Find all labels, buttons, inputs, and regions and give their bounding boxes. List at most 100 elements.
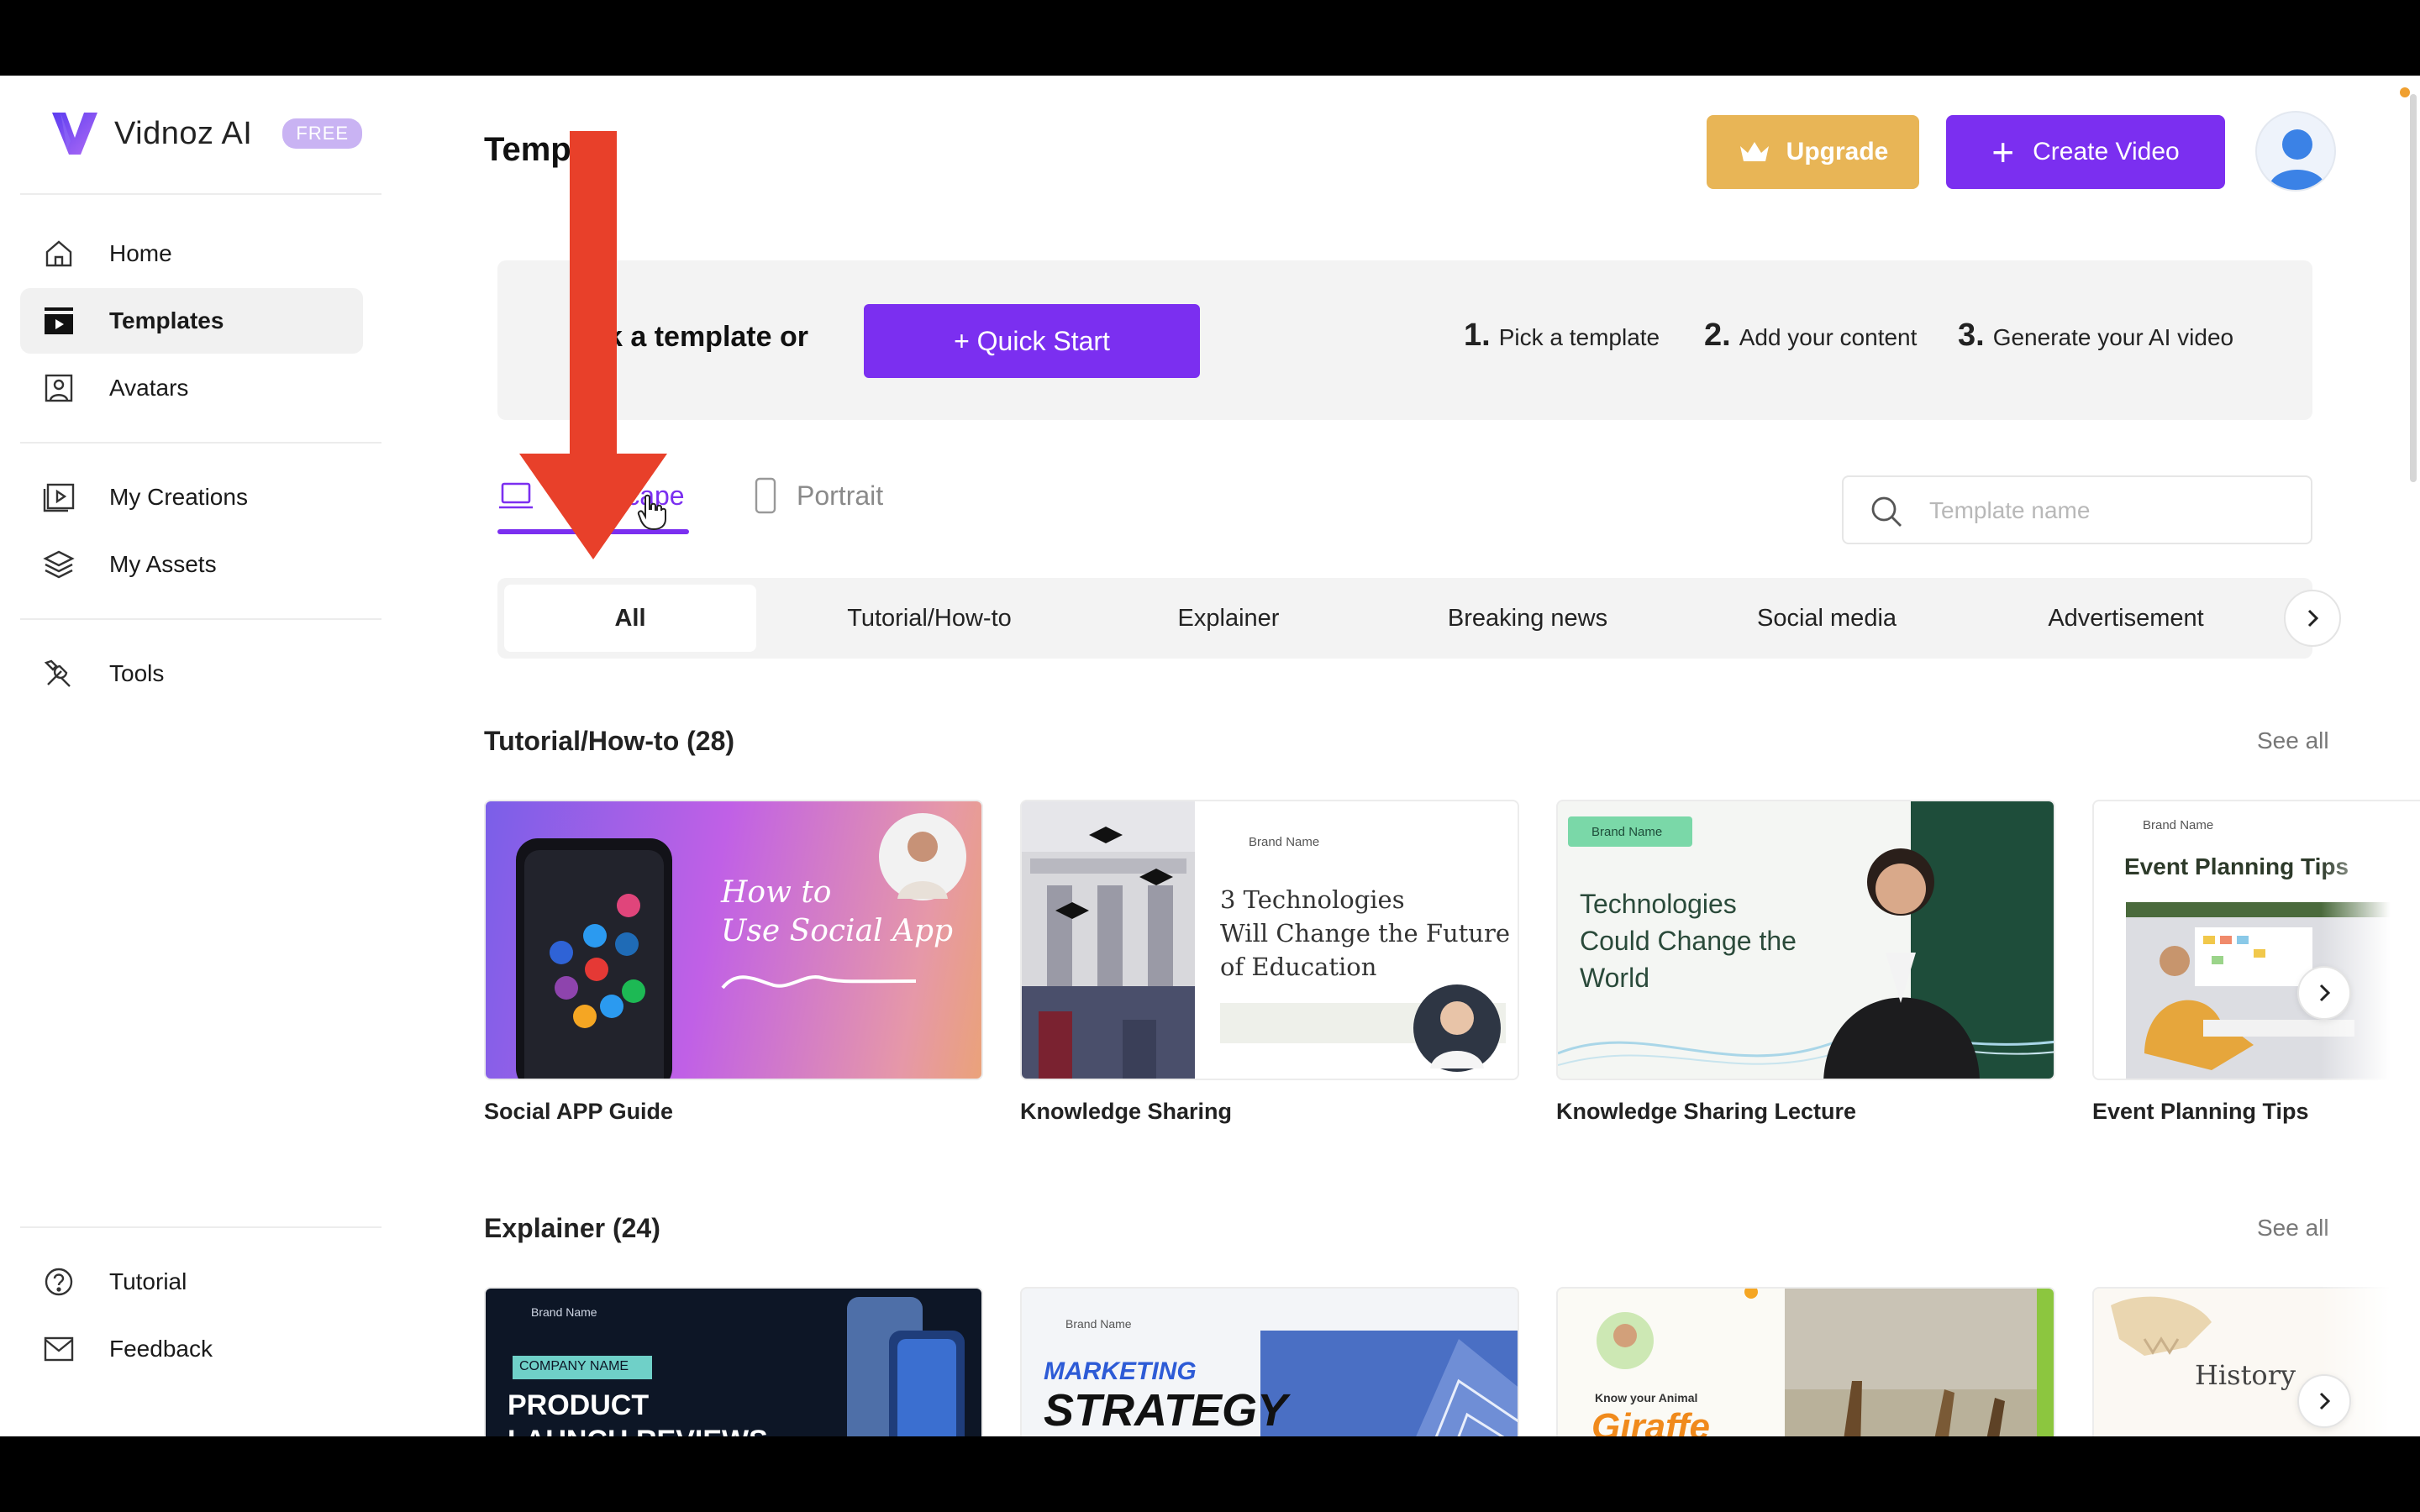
sidebar-item-tutorial[interactable]: Tutorial [20,1249,363,1315]
tab-label: Portrait [797,480,884,511]
user-avatar[interactable] [2255,111,2336,192]
scrollbar-thumb[interactable] [2410,94,2417,482]
logo[interactable]: Vidnoz AI FREE [49,108,363,160]
search-input[interactable] [1929,489,2282,533]
laptop-icon [499,482,533,509]
thumbnail-text: of Education [1220,953,1377,981]
section-title-explainer: Explainer (24) [484,1213,660,1243]
plus-icon: + [1991,130,2015,174]
sidebar-divider [20,442,381,444]
card-title[interactable]: Social APP Guide [484,1099,673,1125]
card-title[interactable]: Event Planning Tips [2092,1099,2309,1125]
thumbnail-text: MARKETING [1044,1357,1197,1385]
thumbnail-text: 3 Technologies [1220,885,1405,914]
thumbnail-text: Event Planning Tips [2124,853,2349,879]
help-icon [42,1265,76,1299]
template-card[interactable]: Brand Name 3 Technologies Will Change th… [1020,800,1519,1080]
letterbox-bottom [0,1436,2420,1512]
sidebar-item-label: Feedback [109,1336,213,1362]
mail-icon [42,1332,76,1366]
tools-icon [42,657,76,690]
template-card[interactable]: How to Use Social App [484,800,983,1080]
sidebar-divider [20,1226,381,1228]
category-explainer[interactable]: Explainer [1102,585,1355,652]
step-number: 1. [1464,318,1491,353]
quick-start-button[interactable]: + Quick Start [864,304,1200,378]
card-title[interactable]: Knowledge Sharing [1020,1099,1232,1125]
template-card[interactable]: Brand Name Technologies Could Change the… [1556,800,2055,1080]
thumbnail-text: Will Change the Future [1220,919,1510,948]
vidnoz-logo-icon [52,113,97,155]
category-advertisement[interactable]: Advertisement [2000,585,2252,652]
category-breaking-news[interactable]: Breaking news [1402,585,1654,652]
step-2: 2. Add your content [1704,318,1917,354]
sidebar-item-label: Tools [109,660,165,686]
step-label: Generate your AI video [1992,324,2234,350]
thumbnail-text: History [2195,1359,2296,1391]
thumbnail-text: Could Change the [1580,926,1797,956]
search-icon [1871,496,1902,527]
user-icon [2269,129,2326,190]
category-all[interactable]: All [504,585,756,652]
app-name: Vidnoz AI [114,115,253,151]
see-all-tutorial[interactable]: See all [2257,727,2329,754]
sidebar-item-my-assets[interactable]: My Assets [20,532,363,597]
explainer-row-next-button[interactable] [2297,1374,2351,1428]
sidebar-item-feedback[interactable]: Feedback [20,1316,363,1382]
thumbnail-text: How to [721,875,832,910]
sidebar-divider [20,193,381,195]
templates-icon [42,304,76,338]
create-video-button[interactable]: + Create Video [1946,115,2225,189]
sidebar-item-label: Tutorial [109,1268,187,1294]
sidebar-item-label: Home [109,240,172,266]
category-next-button[interactable] [2284,590,2341,647]
upgrade-button[interactable]: Upgrade [1707,115,1919,189]
thumbnail-text: COMPANY NAME [519,1359,629,1373]
category-tutorial[interactable]: Tutorial/How-to [803,585,1055,652]
sidebar-divider [20,618,381,620]
sidebar-item-my-creations[interactable]: My Creations [20,465,363,530]
sidebar-item-avatars[interactable]: Avatars [20,355,363,421]
card-title[interactable]: Knowledge Sharing Lecture [1556,1099,1856,1125]
carousel-edge-fade [2321,815,2420,1436]
sidebar-item-templates[interactable]: Templates [20,288,363,354]
plan-badge: FREE [282,118,363,149]
banner-text: k a template or [607,321,808,353]
sidebar-item-label: Avatars [109,375,189,401]
page-title: Temp s [484,131,618,168]
hand-cursor-icon [637,494,666,531]
letterbox-top [0,0,2420,76]
play-icon [42,480,76,514]
sidebar-item-tools[interactable]: Tools [20,641,363,706]
thumbnail-brand: Brand Name [1065,1317,1132,1331]
category-bar: All Tutorial/How-to Explainer Breaking n… [497,578,2312,659]
notification-dot [2400,87,2410,97]
template-card[interactable]: Brand Name MARKETING STRATEGY [1020,1287,1519,1436]
home-icon [42,237,76,270]
see-all-explainer[interactable]: See all [2257,1215,2329,1242]
thumbnail-text: STRATEGY [1044,1385,1288,1436]
sidebar-item-label: My Assets [109,551,217,577]
step-label: Pick a template [1498,324,1660,350]
thumbnail-brand: Brand Name [531,1305,597,1319]
thumbnail-brand: Brand Name [2143,818,2214,832]
thumbnail-brand: Brand Name [1249,835,1320,849]
step-label: Add your content [1739,324,1918,350]
tab-portrait[interactable]: Portrait [753,470,883,521]
section-title-tutorial: Tutorial/How-to (28) [484,726,735,756]
category-social-media[interactable]: Social media [1701,585,1953,652]
template-card[interactable]: Know your Animal Giraffe [1556,1287,2055,1436]
template-card[interactable]: Brand Name COMPANY NAME PRODUCT LAUNCH R… [484,1287,983,1436]
thumbnail-brand: Brand Name [1591,825,1663,839]
sidebar-item-label: My Creations [109,484,248,510]
page-scrollbar[interactable] [2407,76,2420,1436]
thumbnail-text: Know your Animal [1595,1391,1698,1404]
sidebar-item-label: Templates [109,307,224,333]
sidebar: Vidnoz AI FREE Home Templates Avatars My… [0,76,395,1436]
template-search[interactable] [1842,475,2312,544]
tutorial-row-next-button[interactable] [2297,966,2351,1020]
thumbnail-text: PRODUCT [508,1389,650,1421]
step-number: 3. [1958,318,1985,353]
sidebar-item-home[interactable]: Home [20,221,363,286]
quick-start-banner: k a template or + Quick Start 1. Pick a … [497,260,2312,420]
